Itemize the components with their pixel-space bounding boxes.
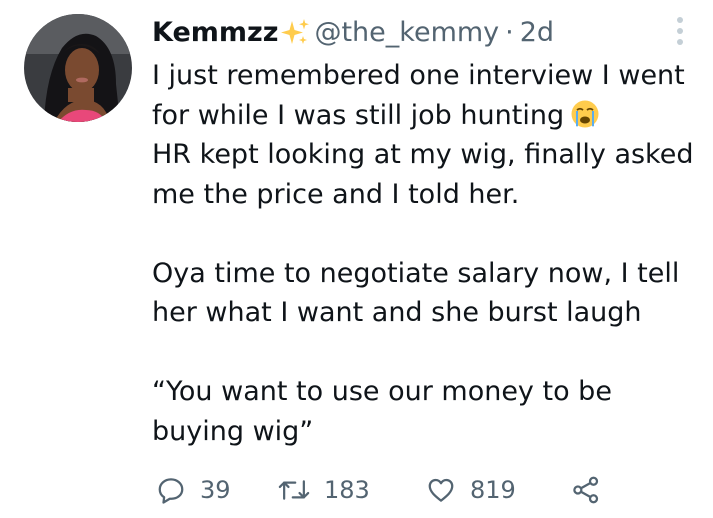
like-button[interactable]: 819 [426, 475, 571, 505]
tweet-actions: 39 183 819 [156, 470, 601, 510]
share-button[interactable] [571, 475, 601, 505]
paragraph-break [152, 214, 697, 254]
tweet-line: Oya time to negotiate salary now, I tell [152, 257, 680, 289]
heart-icon [426, 475, 456, 505]
tweet-line: for while I was still job hunting [152, 99, 565, 131]
tweet-line: “You want to use our money to be [152, 376, 612, 407]
tweet-text: I just remembered one interview I went f… [152, 56, 697, 451]
reply-count: 39 [200, 476, 231, 504]
timestamp[interactable]: 2d [520, 17, 554, 48]
tweet-line: I just remembered one interview I went [152, 60, 685, 91]
tweet[interactable]: Kemmzz @the_kemmy · 2d I just remembered… [0, 0, 713, 518]
tweet-header: Kemmzz @the_kemmy · 2d [152, 12, 554, 52]
separator-dot: · [505, 16, 514, 48]
paragraph-break [152, 333, 697, 373]
share-icon [571, 475, 601, 505]
reply-icon [156, 475, 186, 505]
user-handle[interactable]: @the_kemmy [314, 17, 499, 48]
avatar[interactable] [24, 14, 132, 122]
tweet-line: buying wig” [152, 415, 314, 447]
more-options-icon[interactable] [668, 14, 692, 48]
retweet-button[interactable]: 183 [278, 475, 426, 505]
tweet-line: me the price and I told her. [152, 178, 520, 210]
sparkles-icon [280, 17, 310, 47]
tweet-line: HR kept looking at my wig, finally asked [152, 139, 694, 170]
display-name[interactable]: Kemmzz [152, 17, 278, 48]
loudly-crying-face-icon [570, 99, 600, 129]
tweet-line-with-emoji: for while I was still job hunting [152, 96, 697, 136]
retweet-count: 183 [324, 476, 370, 504]
reply-button[interactable]: 39 [156, 475, 278, 505]
retweet-icon [278, 475, 310, 505]
like-count: 819 [470, 476, 516, 504]
tweet-line: her what I want and she burst laugh [152, 297, 642, 328]
